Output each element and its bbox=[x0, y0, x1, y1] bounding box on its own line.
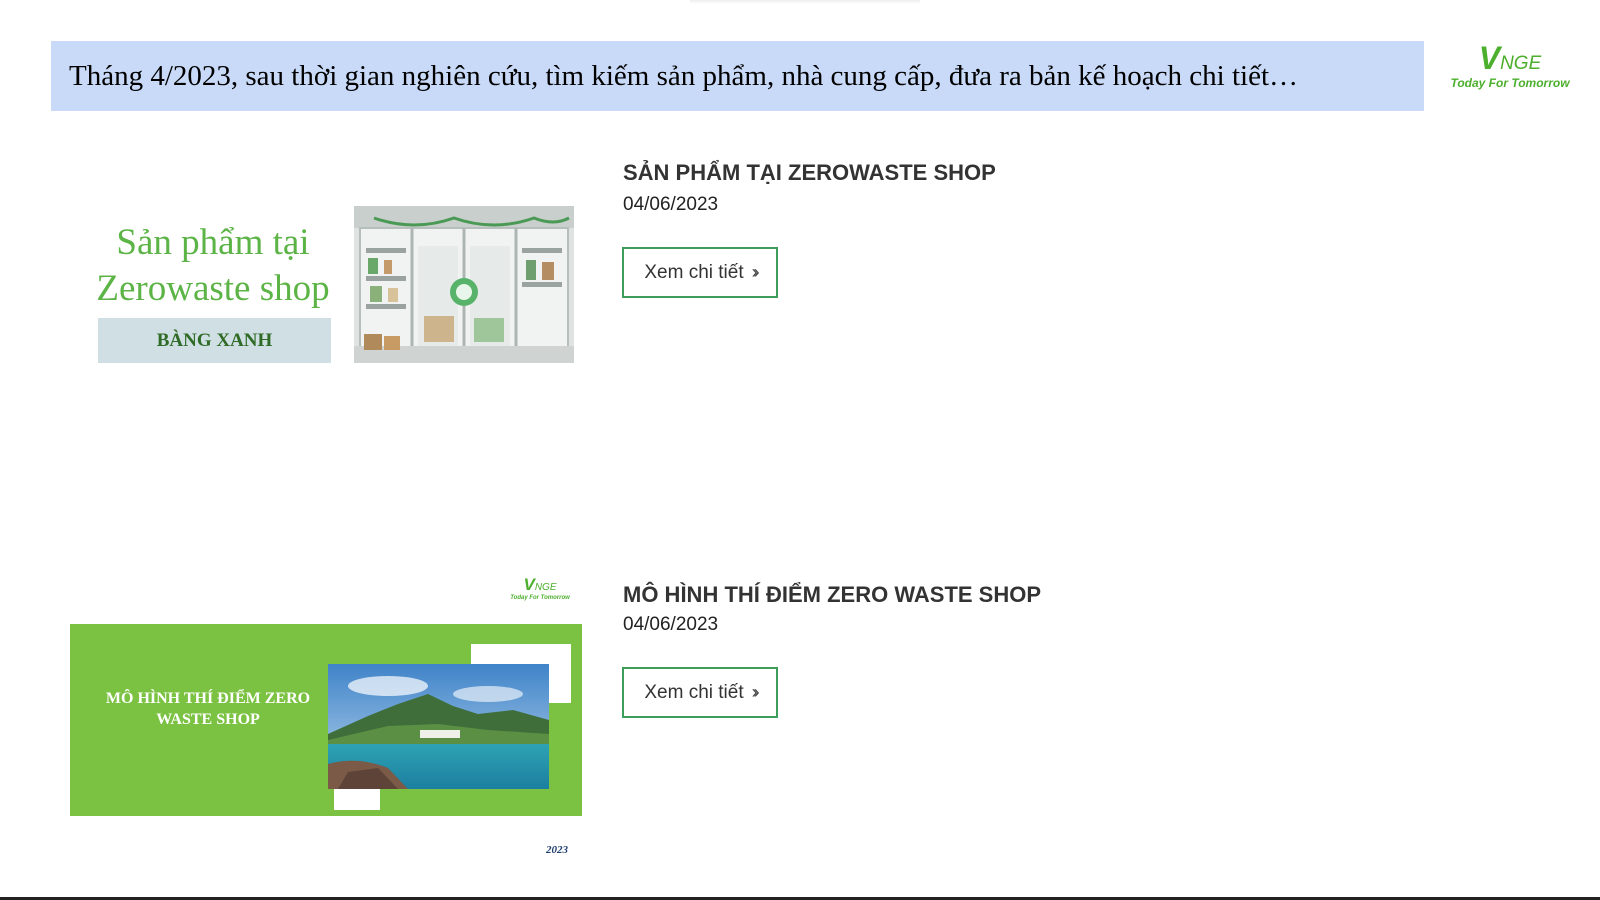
thumbnail-badge: BÀNG XANH bbox=[98, 318, 331, 363]
storefront-illustration bbox=[354, 206, 574, 363]
intro-banner-text: Tháng 4/2023, sau thời gian nghiên cứu, … bbox=[69, 59, 1299, 92]
post-date: 04/06/2023 bbox=[623, 194, 719, 215]
view-details-button[interactable]: Xem chi tiết ›› bbox=[622, 667, 778, 718]
landscape-illustration bbox=[328, 664, 549, 789]
post-thumbnail-products[interactable]: Sản phẩm tại Zerowaste shop BÀNG XANH bbox=[70, 190, 580, 400]
post-title[interactable]: SẢN PHẨM TẠI ZEROWASTE SHOP bbox=[623, 160, 996, 186]
brand-logo-tagline: Today For Tomorrow bbox=[1450, 76, 1570, 90]
brand-logo-mark: VNGE bbox=[1478, 40, 1542, 76]
thumbnail-year: 2023 bbox=[546, 844, 568, 856]
storefront-photo bbox=[354, 206, 574, 363]
page: Tháng 4/2023, sau thời gian nghiên cứu, … bbox=[0, 0, 1600, 900]
double-chevron-right-icon: ›› bbox=[751, 682, 760, 702]
thumbnail-brand-logo: VNGE Today For Tomorrow bbox=[510, 575, 570, 601]
view-details-label: Xem chi tiết bbox=[644, 681, 744, 703]
thumbnail-title: MÔ HÌNH THÍ ĐIỂM ZERO WASTE SHOP bbox=[105, 690, 311, 728]
intro-banner: Tháng 4/2023, sau thời gian nghiên cứu, … bbox=[51, 41, 1424, 111]
view-details-label: Xem chi tiết bbox=[644, 261, 744, 283]
thumbnail-green-panel: MÔ HÌNH THÍ ĐIỂM ZERO WASTE SHOP bbox=[70, 624, 582, 816]
double-chevron-right-icon: ›› bbox=[751, 262, 760, 282]
brand-logo: VNGE Today For Tomorrow bbox=[1440, 42, 1580, 90]
thumbnail-title: Sản phẩm tại Zerowaste shop bbox=[96, 222, 330, 309]
view-details-button[interactable]: Xem chi tiết ›› bbox=[622, 247, 778, 298]
post-title[interactable]: MÔ HÌNH THÍ ĐIỂM ZERO WASTE SHOP bbox=[623, 582, 1041, 608]
landscape-photo bbox=[328, 664, 549, 789]
top-divider bbox=[690, 0, 920, 4]
post-date: 04/06/2023 bbox=[623, 614, 719, 635]
post-thumbnail-pilot-model[interactable]: VNGE Today For Tomorrow MÔ HÌNH THÍ ĐIỂM… bbox=[70, 576, 582, 858]
